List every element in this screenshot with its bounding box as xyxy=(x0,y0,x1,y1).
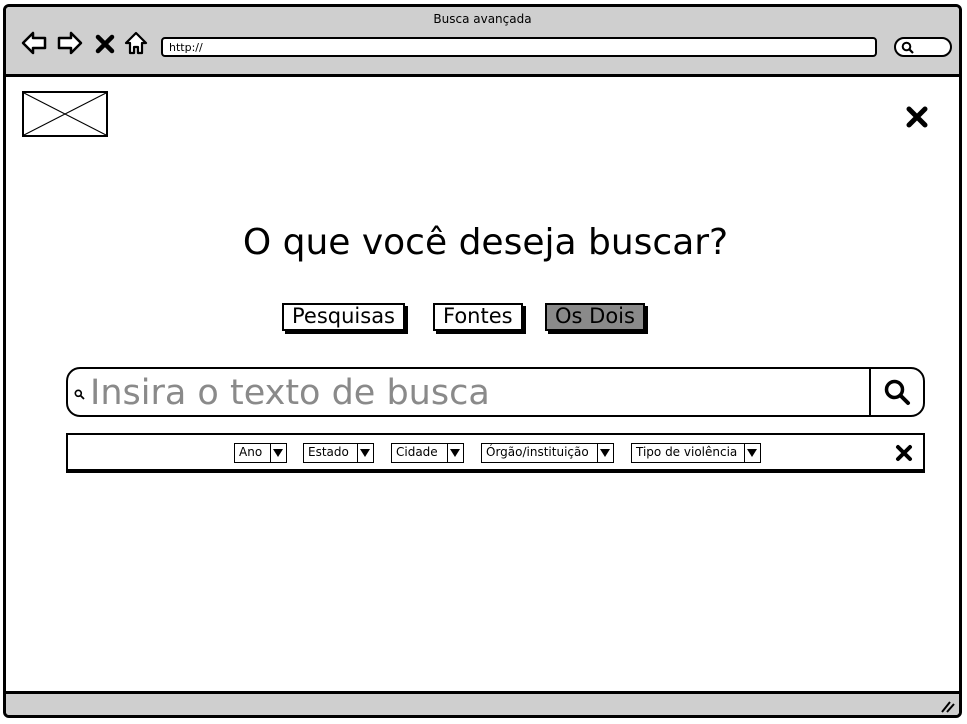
dropdown-label: Estado xyxy=(308,445,349,459)
chevron-down-icon xyxy=(270,444,286,462)
page-title: O que você deseja buscar? xyxy=(242,222,729,263)
home-icon[interactable] xyxy=(122,29,150,57)
browser-search-field[interactable] xyxy=(894,37,952,57)
search-icon xyxy=(74,389,85,400)
option-pesquisas-button[interactable]: Pesquisas xyxy=(282,303,406,331)
browser-toolbar: Busca avançada http:// xyxy=(6,7,959,77)
status-bar xyxy=(6,691,959,715)
search-icon xyxy=(884,379,910,405)
dropdown-label: Ano xyxy=(239,445,263,459)
chevron-down-icon xyxy=(597,444,613,462)
logo-placeholder xyxy=(22,91,108,137)
browser-window: Busca avançada http:// O que você deseja… xyxy=(3,4,962,718)
close-icon[interactable] xyxy=(895,444,913,462)
option-fontes-button[interactable]: Fontes xyxy=(433,303,523,331)
arrow-right-icon[interactable] xyxy=(56,29,84,57)
filter-tipo-violencia-dropdown[interactable]: Tipo de violência xyxy=(631,443,761,463)
filter-orgao-dropdown[interactable]: Órgão/instituição xyxy=(481,443,614,463)
option-os-dois-button[interactable]: Os Dois xyxy=(545,303,645,331)
close-icon[interactable] xyxy=(905,105,929,129)
resize-grip-icon[interactable] xyxy=(939,699,955,713)
filter-ano-dropdown[interactable]: Ano xyxy=(234,443,287,463)
search-button[interactable] xyxy=(869,369,923,415)
search-input[interactable] xyxy=(88,371,862,415)
dropdown-label: Cidade xyxy=(396,445,438,459)
close-icon[interactable] xyxy=(94,29,116,57)
chevron-down-icon xyxy=(744,444,760,462)
arrow-left-icon[interactable] xyxy=(20,29,48,57)
filter-estado-dropdown[interactable]: Estado xyxy=(303,443,374,463)
window-title: Busca avançada xyxy=(433,12,532,26)
search-icon xyxy=(901,41,914,54)
search-box xyxy=(66,367,925,417)
url-field[interactable]: http:// xyxy=(161,37,877,57)
dropdown-label: Órgão/instituição xyxy=(486,445,589,459)
chevron-down-icon xyxy=(357,444,373,462)
chevron-down-icon xyxy=(447,444,463,462)
dropdown-label: Tipo de violência xyxy=(636,445,738,459)
filter-bar: Ano Estado Cidade Órgão/instituição Tipo… xyxy=(66,433,925,471)
filter-cidade-dropdown[interactable]: Cidade xyxy=(391,443,464,463)
